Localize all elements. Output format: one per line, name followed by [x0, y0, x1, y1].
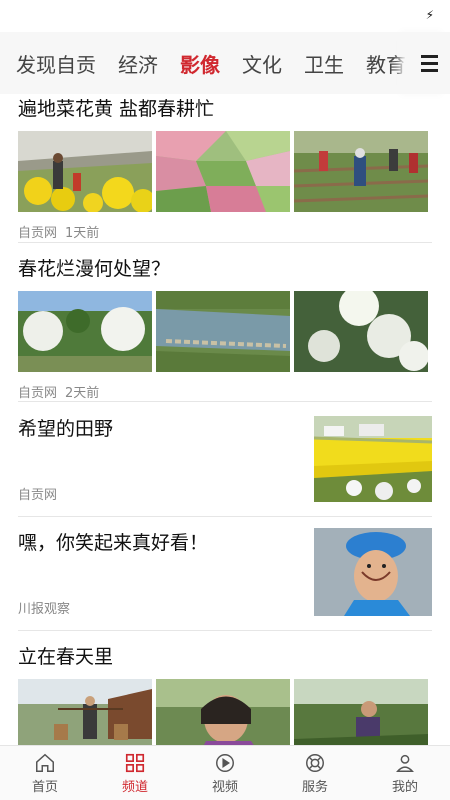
article-thumbnail[interactable] — [18, 291, 152, 372]
nav-label: 频道 — [121, 779, 148, 795]
divider — [18, 516, 432, 517]
divider — [18, 242, 432, 243]
menu-icon — [420, 53, 438, 74]
article-time: 1天前 — [65, 226, 100, 241]
article-time: 2天前 — [65, 386, 100, 401]
article-item[interactable]: 春花烂漫何处望？ 自贡网 2天前 — [18, 254, 432, 401]
article-item[interactable]: 希望的田野 自贡网 — [18, 414, 432, 514]
article-source: 川报观察 — [18, 602, 71, 617]
divider — [18, 630, 432, 631]
article-item[interactable]: 遍地菜花黄 盐都春耕忙 自贡网 1天前 — [18, 94, 432, 241]
lifebuoy-icon — [306, 753, 324, 772]
nav-item-video[interactable]: 视频 — [180, 746, 270, 800]
home-icon — [36, 753, 54, 772]
channel-tabs: 发现自贡 经济 影像 文化 卫生 教育 — [0, 32, 450, 94]
play-icon — [216, 753, 234, 772]
article-source: 自贡网 — [18, 386, 58, 401]
article-item[interactable]: 嘿，你笑起来真好看！ 川报观察 — [18, 528, 432, 628]
tab-images[interactable]: 影像 — [180, 49, 220, 78]
nav-label: 视频 — [211, 779, 238, 795]
bottom-nav: 首页 频道 视频 服务 我的 — [0, 745, 450, 800]
article-source: 自贡网 — [18, 226, 58, 241]
tab-culture[interactable]: 文化 — [242, 49, 282, 78]
nav-label: 我的 — [391, 779, 418, 795]
tab-education[interactable]: 教育 — [366, 49, 406, 78]
article-source: 自贡网 — [18, 488, 58, 503]
article-title[interactable]: 遍地菜花黄 盐都春耕忙 — [18, 94, 432, 121]
article-thumbnail[interactable] — [294, 131, 428, 212]
article-thumbnail[interactable] — [18, 131, 152, 212]
nav-item-mine[interactable]: 我的 — [360, 746, 450, 800]
grid-icon — [125, 753, 145, 772]
article-thumbnail[interactable] — [314, 416, 432, 502]
tab-health[interactable]: 卫生 — [304, 49, 344, 78]
article-thumbnail[interactable] — [156, 131, 290, 212]
nav-label: 服务 — [301, 779, 328, 795]
tab-faxian[interactable]: 发现自贡 — [16, 49, 96, 78]
tab-economy[interactable]: 经济 — [118, 49, 158, 78]
article-item[interactable]: 立在春天里 — [18, 642, 432, 760]
nav-item-services[interactable]: 服务 — [270, 746, 360, 800]
article-title[interactable]: 春花烂漫何处望？ — [18, 254, 432, 281]
channel-tabs-scroll[interactable]: 发现自贡 经济 影像 文化 卫生 教育 — [0, 49, 426, 78]
divider — [18, 401, 432, 402]
article-title[interactable]: 立在春天里 — [18, 642, 432, 669]
nav-label: 首页 — [31, 779, 58, 795]
status-bar: ⚡ — [0, 0, 450, 32]
article-thumbnail[interactable] — [314, 528, 432, 616]
nav-item-home[interactable]: 首页 — [0, 746, 90, 800]
channel-menu-button[interactable] — [408, 32, 450, 94]
charging-bolt-icon: ⚡ — [425, 8, 434, 22]
nav-item-channels[interactable]: 频道 — [90, 746, 180, 800]
user-icon — [396, 754, 414, 772]
article-thumbnail[interactable] — [294, 291, 428, 372]
article-thumbnail[interactable] — [156, 291, 290, 372]
